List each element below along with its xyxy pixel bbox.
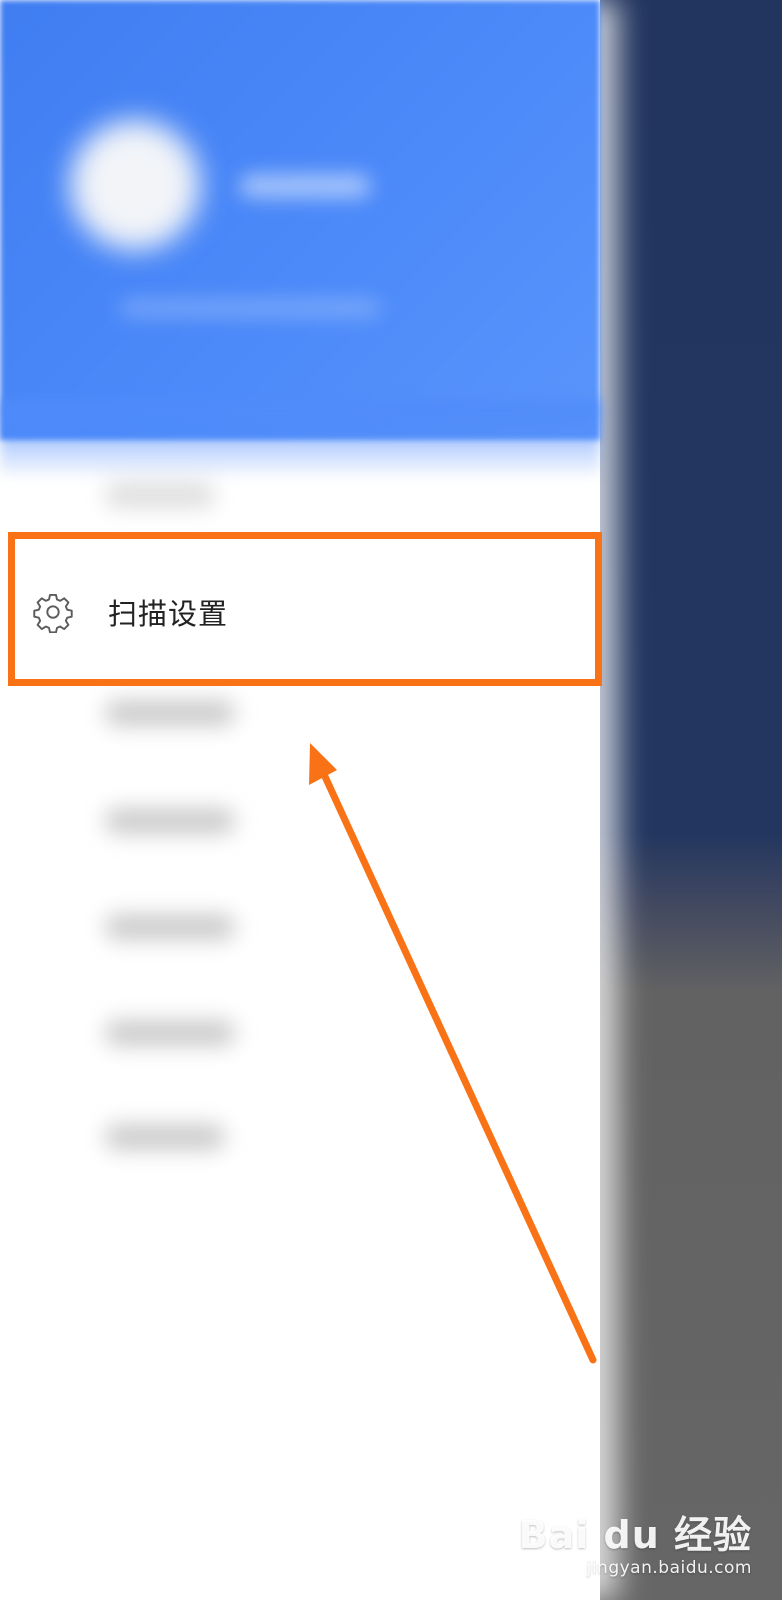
gear-icon [33, 593, 73, 633]
avatar[interactable] [70, 120, 200, 250]
screen: 扫描设置 Bai du 经验 jingyan.baidu.com [0, 0, 782, 1600]
blurred-menu-item[interactable] [105, 1124, 225, 1150]
navigation-drawer: 扫描设置 [0, 0, 600, 1600]
blurred-menu-item[interactable] [105, 808, 235, 834]
blurred-menu-item[interactable] [105, 700, 235, 726]
blurred-menu-item[interactable] [105, 914, 235, 940]
watermark-logo: Bai du 经验 [518, 1513, 752, 1557]
menu-item-label: 扫描设置 [108, 597, 229, 631]
blurred-user-subtitle [120, 300, 380, 316]
blurred-menu-item[interactable] [105, 1020, 235, 1046]
baidu-jingyan-watermark: Bai du 经验 jingyan.baidu.com [519, 1516, 752, 1578]
blurred-user-name [240, 175, 370, 197]
drawer-header-fade [0, 400, 600, 480]
blurred-menu-item[interactable] [105, 482, 215, 508]
watermark-url: jingyan.baidu.com [586, 1558, 752, 1578]
menu-item-scan-settings[interactable]: 扫描设置 [0, 540, 600, 684]
